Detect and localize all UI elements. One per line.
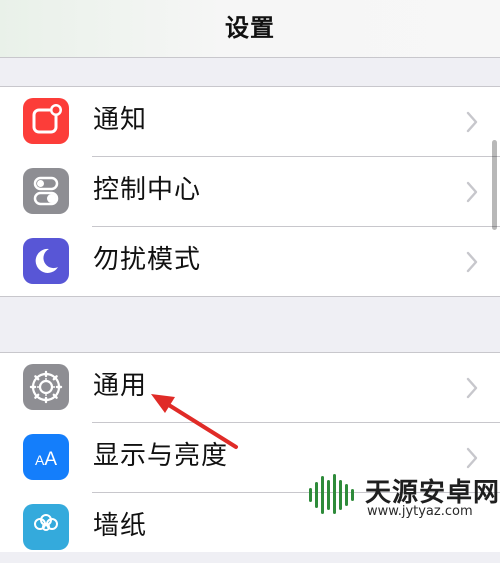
watermark-logo: [309, 474, 354, 514]
control-center-icon: [23, 168, 69, 214]
navigation-bar: 设置: [0, 0, 500, 58]
settings-row-control-center[interactable]: 控制中心: [0, 157, 500, 227]
gear-icon: [23, 364, 69, 410]
settings-row-general[interactable]: 通用: [0, 353, 500, 423]
display-brightness-icon: AA: [23, 434, 69, 480]
chevron-right-icon: [466, 447, 478, 469]
chevron-right-icon: [466, 251, 478, 273]
scroll-indicator[interactable]: [492, 140, 497, 230]
settings-row-label: 显示与亮度: [93, 441, 229, 471]
chevron-right-icon: [466, 181, 478, 203]
settings-group-1: 通知 控制中心 勿扰模式: [0, 86, 500, 297]
do-not-disturb-icon: [23, 238, 69, 284]
settings-row-notifications[interactable]: 通知: [0, 87, 500, 157]
notifications-icon: [23, 98, 69, 144]
settings-row-label: 通用: [93, 371, 148, 401]
settings-row-label: 控制中心: [93, 175, 202, 205]
svg-text:AA: AA: [35, 449, 57, 470]
settings-row-label: 通知: [93, 105, 148, 135]
page-title: 设置: [225, 14, 275, 42]
chevron-right-icon: [466, 377, 478, 399]
settings-row-label: 勿扰模式: [93, 245, 202, 275]
settings-row-label: 墙纸: [93, 511, 148, 541]
chevron-right-icon: [466, 111, 478, 133]
watermark: 天源安卓网 www.jytyaz.com: [305, 470, 500, 523]
wallpaper-icon: [23, 504, 69, 550]
settings-row-do-not-disturb[interactable]: 勿扰模式: [0, 227, 500, 297]
watermark-url: www.jytyaz.com: [367, 504, 473, 519]
